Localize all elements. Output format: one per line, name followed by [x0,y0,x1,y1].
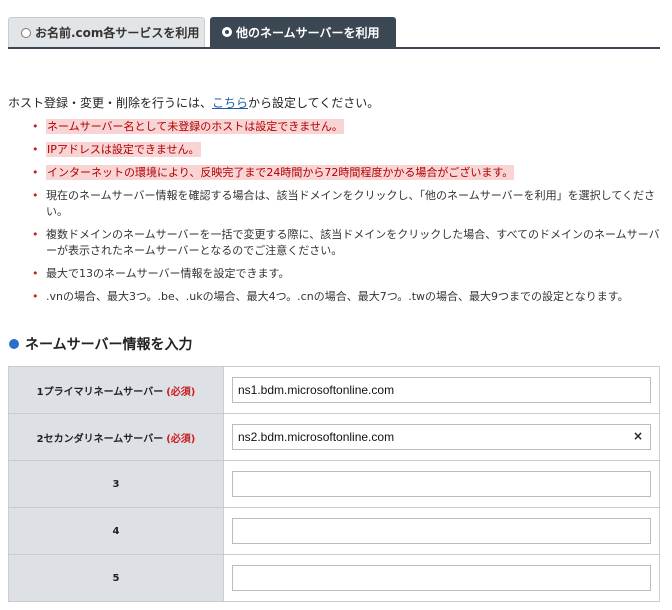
note-item: IPアドレスは設定できません。 [30,142,662,158]
row-label: 2セカンダリネームサーバー (必須) [8,413,224,461]
intro-after: から設定してください。 [248,96,380,110]
section-heading: ネームサーバー情報を入力 [9,334,192,354]
nameserver-table: 1プライマリネームサーバー(必須) 2セカンダリネームサーバー(必須) × 3 … [8,366,660,602]
host-settings-link[interactable]: こちら [212,96,248,110]
intro-before: ホスト登録・変更・削除を行うには、 [8,96,213,110]
tab-label: お名前.com各サービスを利用 [35,26,200,40]
table-row: 4 [8,507,660,555]
row-label: 3 [8,460,224,508]
note-item: ネームサーバー名として未登録のホストは設定できません。 [30,119,662,135]
table-row: 5 [8,554,660,602]
nameserver-5-input[interactable] [232,565,651,591]
nameserver-4-input[interactable] [232,518,651,544]
nameserver-3-input[interactable] [232,471,651,497]
nameserver-tabs: お名前.com各サービスを利用 他のネームサーバーを利用 [8,17,660,49]
radio-selected-icon[interactable] [222,27,232,37]
row-label: 1プライマリネームサーバー (必須) [8,366,224,414]
note-item: 複数ドメインのネームサーバーを一括で変更する際に、該当ドメインをクリックした場合… [30,227,662,259]
table-row: 2セカンダリネームサーバー(必須) × [8,413,660,461]
notes-list: ネームサーバー名として未登録のホストは設定できません。 IPアドレスは設定できま… [30,119,662,312]
required-badge: (必須) [166,386,196,398]
nameserver-1-input[interactable] [232,377,651,403]
table-row: 3 [8,460,660,508]
note-item: .vnの場合、最大3つ。.be、.ukの場合、最大4つ。.cnの場合、最大7つ。… [30,289,662,305]
section-title: ネームサーバー情報を入力 [25,337,193,353]
bullet-dot-icon [9,339,19,349]
note-item: インターネットの環境により、反映完了まで24時間から72時間程度かかる場合がござ… [30,165,662,181]
tab-onamae-services[interactable]: お名前.com各サービスを利用 [8,17,205,47]
note-item: 現在のネームサーバー情報を確認する場合は、該当ドメインをクリックし、「他のネーム… [30,188,662,220]
clear-icon[interactable]: × [633,429,643,443]
note-item: 最大で13のネームサーバー情報を設定できます。 [30,266,662,282]
radio-icon[interactable] [21,27,31,38]
intro-text: ホスト登録・変更・削除を行うには、こちらから設定してください。 [8,94,379,111]
row-label: 4 [8,507,224,555]
required-badge: (必須) [166,433,196,445]
nameserver-2-input[interactable] [232,424,651,450]
table-row: 1プライマリネームサーバー (必須) [8,366,660,414]
row-label: 5 [8,554,224,602]
tab-other-nameservers[interactable]: 他のネームサーバーを利用 [210,17,396,47]
tab-label: 他のネームサーバーを利用 [236,25,380,40]
